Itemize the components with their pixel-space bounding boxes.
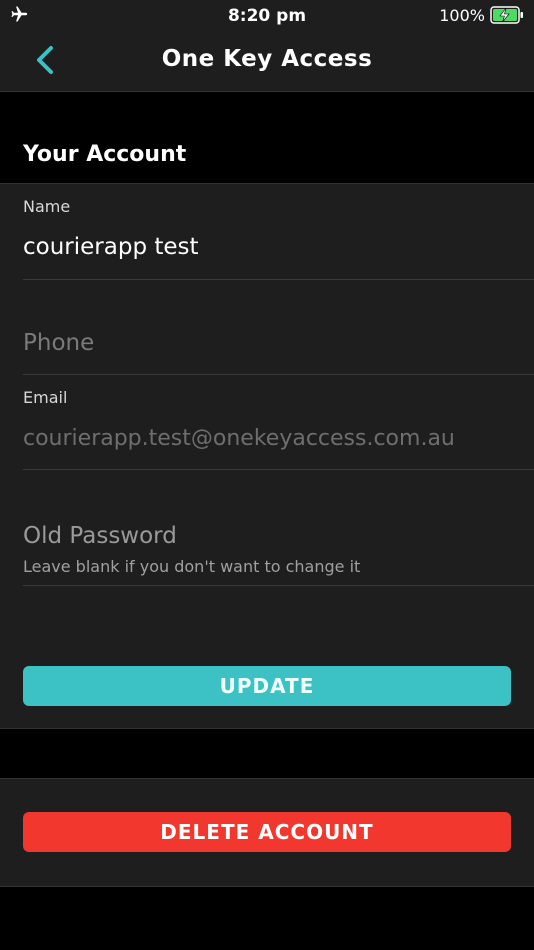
section-title: Your Account	[23, 142, 187, 167]
battery-charging-icon	[490, 6, 523, 24]
email-value: courierapp.test@onekeyaccess.com.au	[23, 426, 455, 451]
name-label: Name	[23, 197, 71, 216]
battery-percent: 100%	[439, 6, 485, 25]
section-header: Your Account	[0, 92, 534, 183]
status-bar: 8:20 pm 100%	[0, 0, 534, 30]
name-value[interactable]: courierapp test	[23, 234, 199, 260]
phone-field[interactable]: Phone	[23, 279, 534, 375]
name-field[interactable]: Name courierapp test	[23, 184, 534, 280]
old-password-field[interactable]: Old Password Leave blank if you don't wa…	[23, 469, 534, 586]
page-title: One Key Access	[161, 46, 373, 72]
update-button[interactable]: UPDATE	[23, 666, 511, 706]
old-password-placeholder[interactable]: Old Password	[23, 523, 177, 549]
old-password-hint: Leave blank if you don't want to change …	[23, 557, 361, 576]
email-label: Email	[23, 388, 68, 407]
navigation-bar: One Key Access	[0, 30, 534, 92]
email-field: Email courierapp.test@onekeyaccess.com.a…	[23, 374, 534, 470]
account-form: Name courierapp test Phone Email courier…	[0, 183, 534, 729]
delete-account-button[interactable]: DELETE ACCOUNT	[23, 812, 511, 852]
delete-account-panel: DELETE ACCOUNT	[0, 778, 534, 887]
phone-placeholder[interactable]: Phone	[23, 330, 94, 356]
